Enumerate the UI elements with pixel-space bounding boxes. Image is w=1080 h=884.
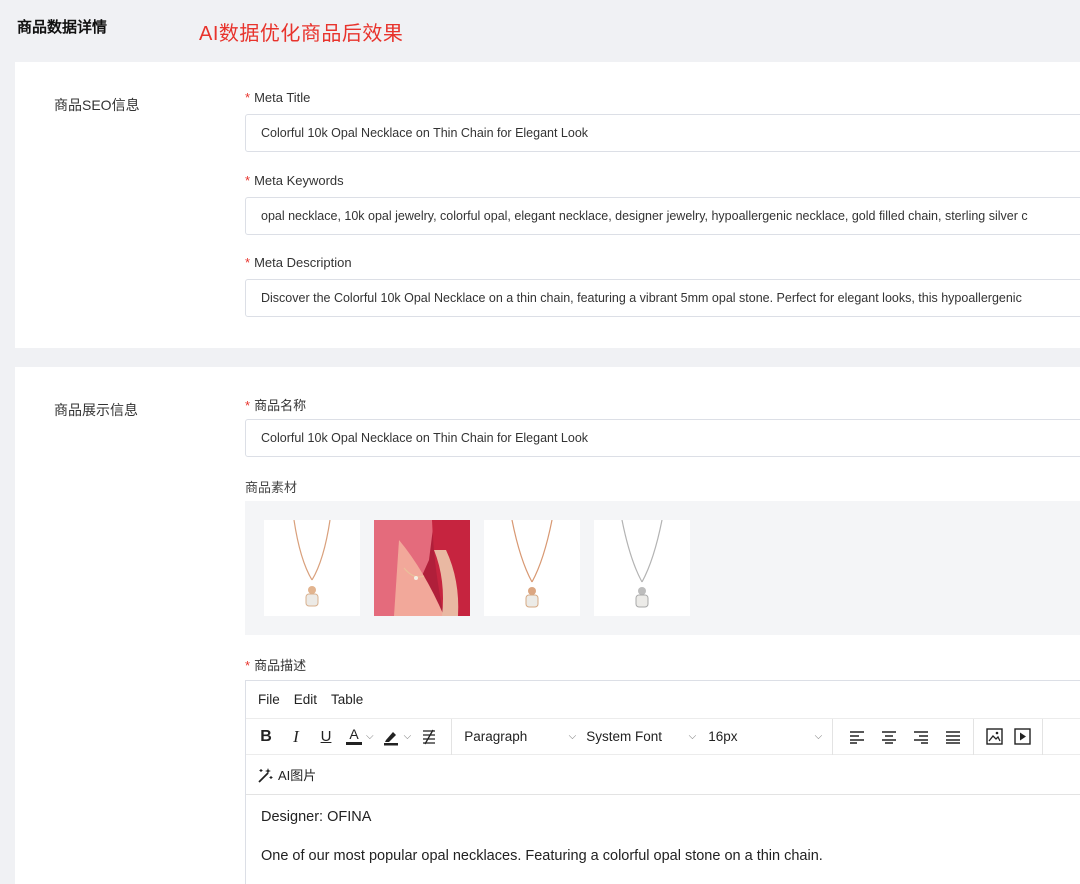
chevron-down-icon: ⌵ [403, 731, 412, 742]
display-section-label: 商品展示信息 [54, 402, 138, 418]
seo-info-card: 商品SEO信息 * Meta Title Colorful 10k Opal Ne… [15, 62, 1080, 348]
align-justify-icon [946, 730, 961, 744]
meta-keywords-input[interactable]: opal necklace, 10k opal jewelry, colorfu… [245, 197, 1080, 235]
seo-section-label: 商品SEO信息 [54, 97, 140, 113]
product-image-4[interactable] [594, 520, 690, 616]
italic-button[interactable]: I [284, 723, 308, 751]
font-family-select[interactable]: System Font ⌵ [586, 723, 696, 751]
product-media-label: 商品素材 [245, 480, 298, 495]
menu-file[interactable]: File [258, 692, 280, 707]
align-center-icon [882, 730, 897, 744]
required-marker: * [245, 90, 251, 105]
align-justify-button[interactable] [941, 723, 965, 751]
product-image-1[interactable] [264, 520, 360, 616]
editor-menubar: File Edit Table [246, 681, 1080, 719]
model-wearing-necklace-image [374, 520, 470, 616]
underline-button[interactable]: U [314, 723, 338, 751]
rose-gold-necklace-image [293, 520, 331, 607]
align-left-button[interactable] [845, 723, 869, 751]
required-marker: * [245, 398, 251, 413]
product-description-label-text: 商品描述 [254, 658, 307, 673]
align-right-icon [914, 730, 929, 744]
align-left-icon [850, 730, 865, 744]
editor-toolbar: B I U A ⌵ ⌵ Paragraph ⌵ System Font ⌵ 16… [246, 718, 1080, 755]
block-format-select[interactable]: Paragraph ⌵ [464, 723, 576, 751]
chevron-down-icon: ⌵ [814, 731, 823, 742]
meta-title-label: * Meta Title [245, 90, 310, 105]
rich-text-editor: File Edit Table B I U A ⌵ ⌵ Paragraph ⌵ … [245, 680, 1080, 884]
highlighter-icon [383, 731, 398, 745]
align-right-button[interactable] [909, 723, 933, 751]
meta-description-input[interactable]: Discover the Colorful 10k Opal Necklace … [245, 279, 1080, 317]
ai-image-button[interactable]: AI图片 [256, 765, 316, 784]
chevron-down-icon: ⌵ [688, 731, 697, 742]
meta-description-label: * Meta Description [245, 255, 352, 270]
product-name-label: * 商品名称 [245, 395, 306, 414]
product-media-gallery [245, 501, 1080, 635]
page-title: 商品数据详情 [17, 19, 108, 36]
meta-title-input[interactable]: Colorful 10k Opal Necklace on Thin Chain… [245, 114, 1080, 152]
page-subtitle: AI数据优化商品后效果 [199, 23, 404, 45]
description-paragraph-2: One of our most popular opal necklaces. … [261, 848, 823, 864]
font-color-swatch [346, 742, 362, 745]
menu-edit[interactable]: Edit [294, 692, 317, 707]
clear-formatting-button[interactable] [417, 723, 441, 751]
bold-button[interactable]: B [254, 723, 278, 751]
insert-media-button[interactable] [1010, 723, 1034, 751]
toolbar-divider [973, 718, 975, 755]
media-icon [1013, 728, 1031, 745]
font-color-icon: A [346, 726, 362, 745]
menu-table[interactable]: Table [331, 692, 363, 707]
meta-description-label-text: Meta Description [254, 255, 352, 270]
font-color-button[interactable]: A ⌵ [346, 723, 374, 751]
toolbar-divider [1042, 718, 1044, 755]
ai-image-row: AI图片 [246, 755, 1080, 795]
toolbar-divider [832, 718, 834, 755]
page-header: 商品数据详情 AI数据优化商品后效果 [0, 0, 1080, 60]
image-icon [985, 728, 1003, 745]
required-marker: * [245, 173, 251, 188]
product-image-2[interactable] [374, 520, 470, 616]
display-info-card: 商品展示信息 * 商品名称 Colorful 10k Opal Necklace … [15, 367, 1080, 884]
chevron-down-icon: ⌵ [568, 731, 577, 742]
clear-formatting-icon [423, 729, 436, 744]
meta-title-label-text: Meta Title [254, 90, 311, 105]
align-center-button[interactable] [877, 723, 901, 751]
product-image-3[interactable] [484, 520, 580, 616]
block-format-value: Paragraph [464, 729, 528, 744]
toolbar-divider [451, 718, 453, 755]
magic-wand-icon [258, 767, 273, 783]
required-marker: * [245, 658, 251, 673]
chevron-down-icon: ⌵ [366, 731, 374, 742]
insert-image-button[interactable] [982, 723, 1006, 751]
product-description-label: * 商品描述 [245, 655, 306, 674]
description-paragraph-1: Designer: OFINA [261, 809, 372, 825]
product-name-label-text: 商品名称 [254, 398, 307, 413]
required-marker: * [245, 255, 251, 270]
highlight-color-button[interactable]: ⌵ [382, 723, 412, 751]
product-name-input[interactable]: Colorful 10k Opal Necklace on Thin Chain… [245, 419, 1080, 457]
font-color-letter: A [349, 726, 359, 742]
font-size-value: 16px [708, 729, 738, 744]
editor-content[interactable]: Designer: OFINA One of our most popular … [246, 795, 1080, 884]
silver-necklace-image [621, 520, 663, 608]
meta-keywords-label-text: Meta Keywords [254, 173, 344, 188]
meta-keywords-label: * Meta Keywords [245, 173, 344, 188]
gold-necklace-image [511, 520, 553, 608]
ai-image-label: AI图片 [278, 768, 317, 783]
font-family-value: System Font [586, 729, 662, 744]
font-size-select[interactable]: 16px ⌵ [708, 723, 822, 751]
